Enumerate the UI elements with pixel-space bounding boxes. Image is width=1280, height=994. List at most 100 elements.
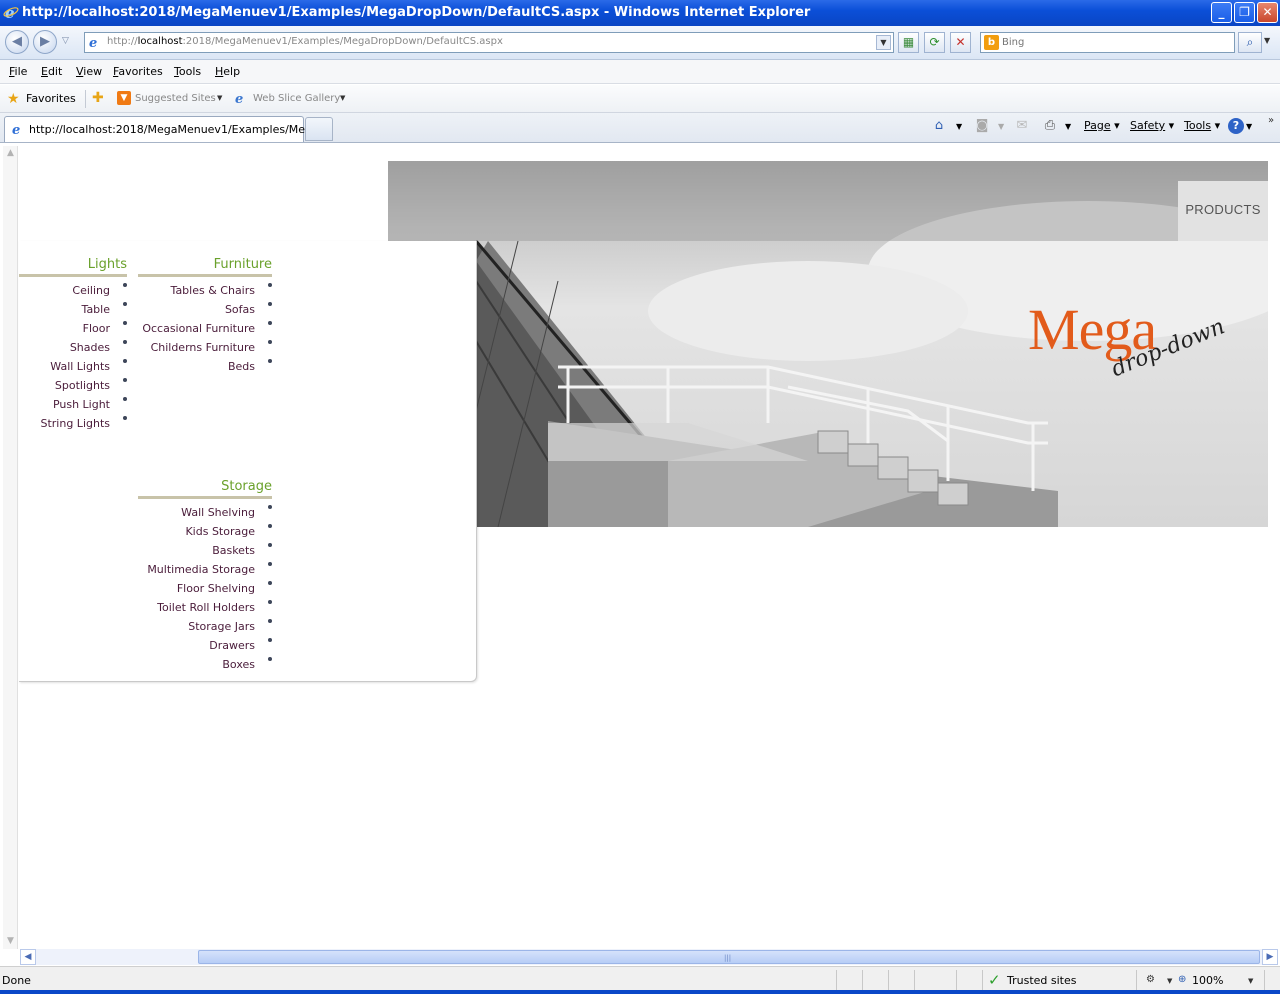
- menu-link-wall-lights[interactable]: Wall Lights: [40, 359, 127, 378]
- security-zone[interactable]: Trusted sites: [1007, 974, 1077, 987]
- url-prefix: http://: [107, 36, 138, 47]
- forward-button[interactable]: ▶: [33, 30, 57, 54]
- menu-file[interactable]: File: [9, 65, 27, 78]
- add-to-favorites-bar-icon[interactable]: ✚: [92, 90, 104, 106]
- divider: [888, 970, 889, 990]
- help-icon[interactable]: ?: [1228, 118, 1244, 134]
- column-heading-furniture[interactable]: Furniture: [214, 257, 272, 272]
- web-slice-dropdown-icon[interactable]: ▼: [340, 94, 345, 102]
- divider: [1264, 970, 1265, 990]
- new-tab-button[interactable]: [305, 117, 333, 141]
- menu-link-beds[interactable]: Beds: [142, 359, 272, 378]
- menu-link-kids-storage[interactable]: Kids Storage: [147, 524, 272, 543]
- menu-link-string-lights[interactable]: String Lights: [40, 416, 127, 435]
- divider: [956, 970, 957, 990]
- menu-link-wall-shelving[interactable]: Wall Shelving: [147, 505, 272, 524]
- scroll-down-arrow-icon[interactable]: ▼: [3, 934, 18, 949]
- favorites-button[interactable]: Favorites: [26, 92, 76, 105]
- scroll-left-arrow-icon[interactable]: ◀: [20, 949, 36, 965]
- menu-tools[interactable]: Tools: [174, 65, 201, 78]
- toolbar-overflow-chevron-icon[interactable]: »: [1268, 115, 1274, 126]
- menu-link-boxes[interactable]: Boxes: [147, 657, 272, 676]
- protected-mode-icon[interactable]: ⚙: [1146, 974, 1155, 985]
- menu-link-toilet-roll-holders[interactable]: Toilet Roll Holders: [147, 600, 272, 619]
- safety-menu[interactable]: Safety ▾: [1130, 119, 1174, 132]
- vertical-scrollbar[interactable]: ▲ ▼: [3, 146, 18, 949]
- page-menu-label: Page: [1084, 119, 1111, 132]
- refresh-button[interactable]: ⟳: [924, 32, 945, 53]
- zoom-icon[interactable]: ⊕: [1178, 974, 1186, 985]
- heading-underline: [19, 274, 127, 277]
- menu-link-sofas[interactable]: Sofas: [142, 302, 272, 321]
- menu-link-childerns-furniture[interactable]: Childerns Furniture: [142, 340, 272, 359]
- column-heading-lights[interactable]: Lights: [88, 257, 127, 272]
- suggested-sites-link[interactable]: Suggested Sites: [135, 93, 216, 104]
- menu-link-spotlights[interactable]: Spotlights: [40, 378, 127, 397]
- menu-link-storage-jars[interactable]: Storage Jars: [147, 619, 272, 638]
- restore-button[interactable]: ❐: [1234, 2, 1255, 23]
- home-dropdown-icon[interactable]: ▼: [956, 122, 962, 131]
- menu-link-baskets[interactable]: Baskets: [147, 543, 272, 562]
- menu-link-label: Table: [81, 303, 110, 316]
- feeds-dropdown-icon[interactable]: ▼: [998, 122, 1004, 131]
- zoom-dropdown-icon[interactable]: ▼: [1248, 977, 1253, 985]
- page-content: ▲ ▼ PRODUCTS Mega drop-down Lights Ceili…: [0, 144, 1280, 965]
- print-dropdown-icon[interactable]: ▼: [1065, 122, 1071, 131]
- feeds-icon[interactable]: ◙: [974, 118, 990, 134]
- address-dropdown-icon[interactable]: ▼: [876, 35, 891, 50]
- address-field[interactable]: e http://localhost:2018/MegaMenuev1/Exam…: [84, 32, 894, 53]
- back-button[interactable]: ◀: [5, 30, 29, 54]
- minimize-button[interactable]: _: [1211, 2, 1232, 23]
- print-icon[interactable]: ⎙: [1042, 118, 1058, 134]
- compatibility-view-button[interactable]: ▦: [898, 32, 919, 53]
- zoom-level[interactable]: 100%: [1192, 974, 1223, 987]
- menu-link-drawers[interactable]: Drawers: [147, 638, 272, 657]
- products-nav-item[interactable]: PRODUCTS: [1178, 181, 1268, 241]
- column-heading-storage[interactable]: Storage: [221, 479, 272, 494]
- favorites-star-icon[interactable]: ★: [7, 91, 20, 107]
- menu-link-ceiling[interactable]: Ceiling: [40, 283, 127, 302]
- menu-link-tables-chairs[interactable]: Tables & Chairs: [142, 283, 272, 302]
- tools-menu[interactable]: Tools ▾: [1184, 119, 1220, 132]
- menu-link-floor-shelving[interactable]: Floor Shelving: [147, 581, 272, 600]
- protected-mode-dropdown-icon[interactable]: ▼: [1167, 977, 1172, 985]
- menu-link-occasional-furniture[interactable]: Occasional Furniture: [142, 321, 272, 340]
- scroll-right-arrow-icon[interactable]: ▶: [1262, 949, 1278, 965]
- scroll-up-arrow-icon[interactable]: ▲: [3, 146, 18, 161]
- menu-favorites[interactable]: Favorites: [113, 65, 163, 78]
- help-dropdown-icon[interactable]: ▼: [1246, 122, 1252, 131]
- home-icon[interactable]: ⌂: [931, 118, 947, 134]
- menu-edit[interactable]: Edit: [41, 65, 62, 78]
- menu-link-label: Ceiling: [72, 284, 110, 297]
- search-input[interactable]: [1002, 35, 1227, 50]
- url-text[interactable]: http://localhost:2018/MegaMenuev1/Exampl…: [107, 36, 503, 47]
- menu-link-push-light[interactable]: Push Light: [40, 397, 127, 416]
- close-window-button[interactable]: ✕: [1257, 2, 1278, 23]
- suggested-sites-dropdown-icon[interactable]: ▼: [217, 94, 222, 102]
- search-options-dropdown-icon[interactable]: ▼: [1264, 36, 1270, 45]
- ie-logo-icon: e: [3, 4, 19, 20]
- recent-pages-dropdown-icon[interactable]: ▽: [62, 36, 69, 46]
- menu-link-table[interactable]: Table: [40, 302, 127, 321]
- menu-link-label: Tables & Chairs: [170, 284, 255, 297]
- menu-link-floor[interactable]: Floor: [40, 321, 127, 340]
- menu-help[interactable]: Help: [215, 65, 240, 78]
- menu-view[interactable]: View: [76, 65, 102, 78]
- menu-link-shades[interactable]: Shades: [40, 340, 127, 359]
- divider: [836, 970, 837, 990]
- menu-link-multimedia-storage[interactable]: Multimedia Storage: [147, 562, 272, 581]
- trusted-sites-check-icon: ✓: [988, 971, 1001, 989]
- horizontal-scrollbar[interactable]: ◀ ||| ▶: [20, 949, 1278, 965]
- stop-button[interactable]: ✕: [950, 32, 971, 53]
- menu-link-label: Occasional Furniture: [142, 322, 255, 335]
- divider: [85, 90, 86, 108]
- lights-list: Ceiling Table Floor Shades Wall Lights S…: [40, 283, 127, 435]
- page-menu[interactable]: Page ▾: [1084, 119, 1120, 132]
- scroll-grip-icon: |||: [724, 954, 732, 962]
- horizontal-scroll-thumb[interactable]: |||: [198, 950, 1260, 964]
- web-slice-gallery-link[interactable]: Web Slice Gallery: [253, 93, 340, 104]
- read-mail-icon[interactable]: ✉: [1014, 118, 1030, 134]
- tab-current-page[interactable]: e http://localhost:2018/MegaMenuev1/Exam…: [4, 116, 329, 142]
- search-field[interactable]: b: [980, 32, 1235, 53]
- search-button[interactable]: ⌕: [1238, 32, 1262, 53]
